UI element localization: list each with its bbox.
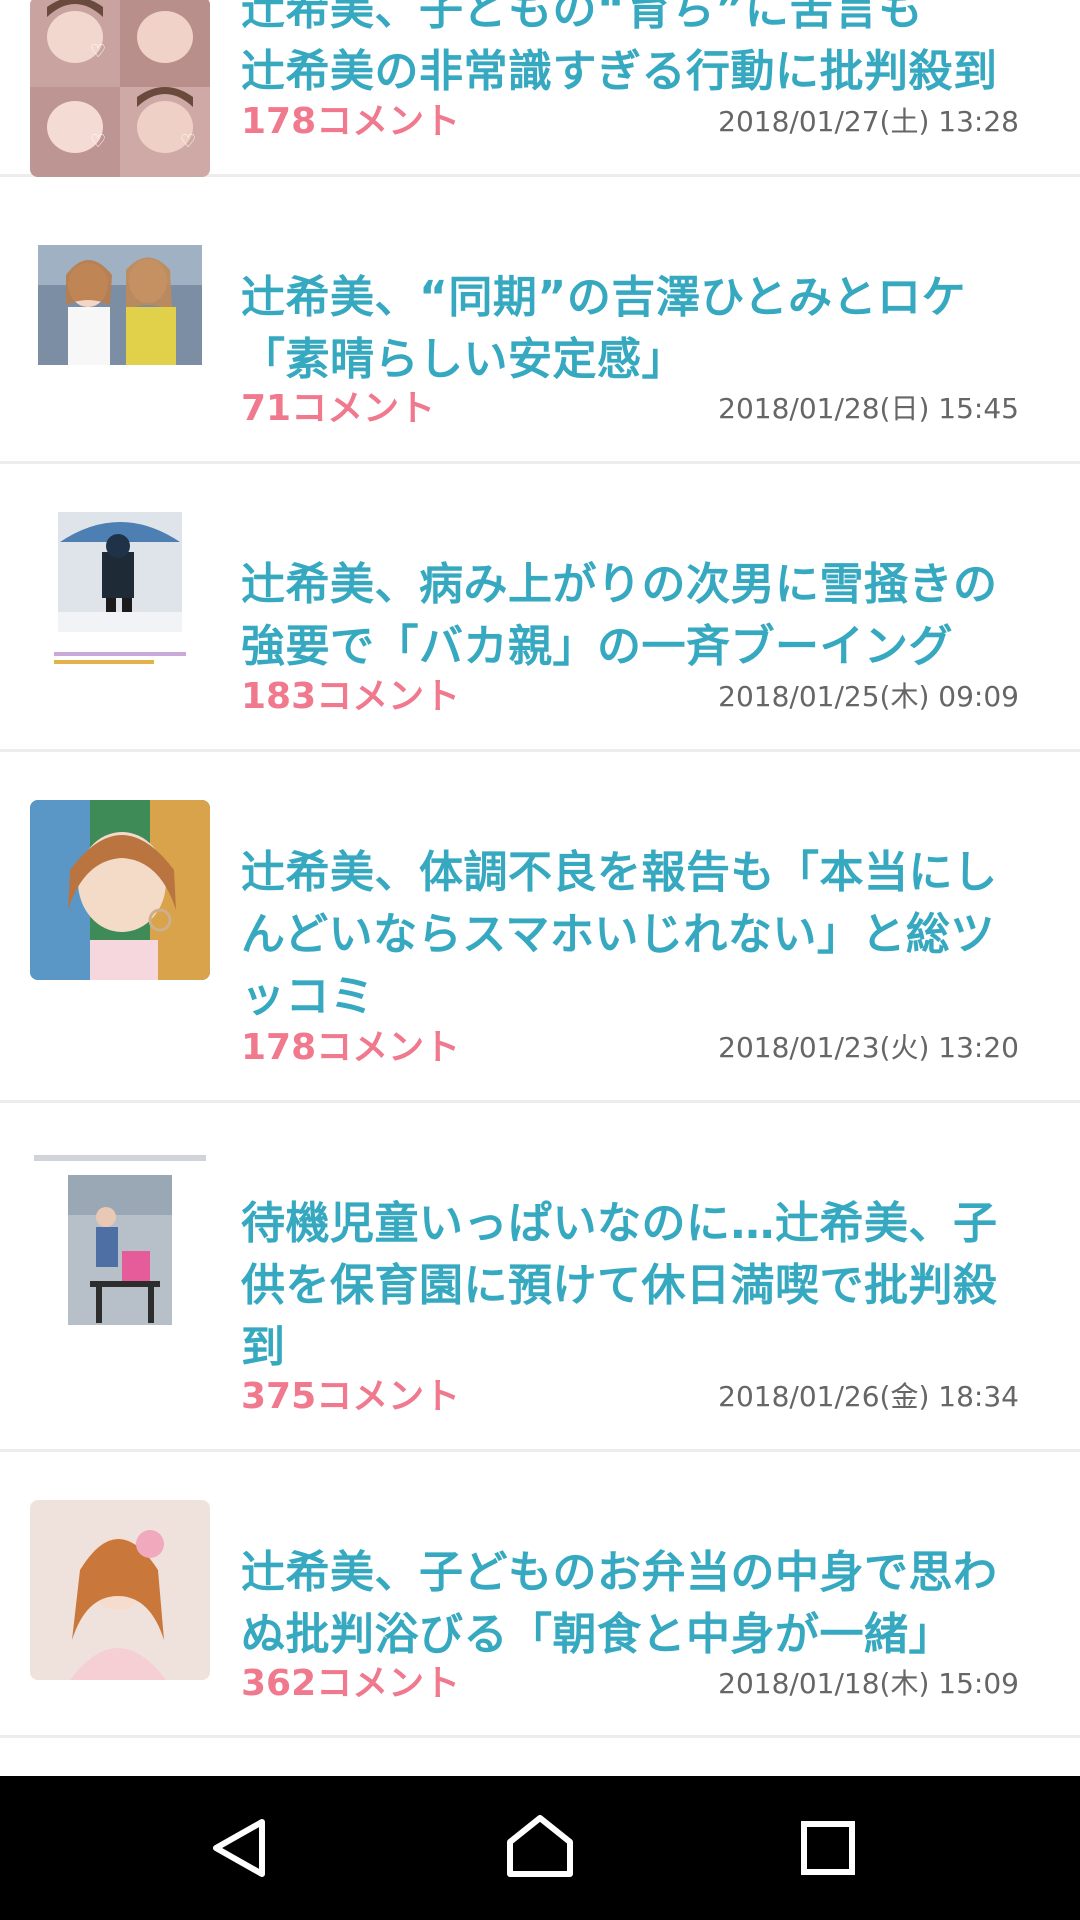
recents-button[interactable] bbox=[788, 1808, 868, 1888]
svg-text:♡: ♡ bbox=[90, 41, 106, 62]
article-thumbnail[interactable] bbox=[30, 1500, 210, 1680]
article-title[interactable]: 辻希美、“同期”の吉澤ひとみとロケ 「素晴らしい安定感」 bbox=[241, 267, 1021, 391]
article-meta: 183コメント 2018/01/25(木) 09:09 bbox=[241, 672, 1019, 722]
article-thumbnail[interactable] bbox=[30, 502, 210, 682]
screen: ♡ ♡ ♡ 辻希美、子どもの“育ち”に苦言も 辻希美の非常識すぎる行動に批判殺到… bbox=[0, 0, 1080, 1920]
article-date: 2018/01/23(火) 13:20 bbox=[718, 1031, 1019, 1064]
recents-square-icon bbox=[801, 1821, 855, 1875]
article-meta: 375コメント 2018/01/26(金) 18:34 bbox=[241, 1372, 1019, 1422]
article-meta: 178コメント 2018/01/23(火) 13:20 bbox=[241, 1023, 1019, 1073]
article-item[interactable]: 辻希美、病み上がりの次男に雪掻きの 強要で「バカ親」の一斉ブーイング 183コメ… bbox=[0, 464, 1080, 752]
article-item[interactable]: 辻希美、“同期”の吉澤ひとみとロケ 「素晴らしい安定感」 71コメント 2018… bbox=[0, 177, 1080, 464]
article-thumbnail[interactable]: ♡ ♡ ♡ bbox=[30, 0, 210, 177]
article-title[interactable]: 辻希美、子どものお弁当の中身で思わ ぬ批判浴びる「朝食と中身が一緒」 bbox=[241, 1542, 1021, 1666]
article-title[interactable]: 辻希美、病み上がりの次男に雪掻きの 強要で「バカ親」の一斉ブーイング bbox=[241, 554, 1021, 678]
comment-count: 375コメント bbox=[241, 1376, 461, 1417]
article-meta: 71コメント 2018/01/28(日) 15:45 bbox=[241, 384, 1019, 434]
comment-count: 178コメント bbox=[241, 101, 461, 142]
article-title[interactable]: 辻希美、体調不良を報告も「本当にし んどいならスマホいじれない」と総ツ ッコミ bbox=[241, 842, 1021, 1028]
comment-count: 362コメント bbox=[241, 1663, 461, 1704]
article-date: 2018/01/26(金) 18:34 bbox=[718, 1380, 1019, 1413]
article-thumbnail[interactable] bbox=[30, 215, 210, 395]
comment-count: 71コメント bbox=[241, 388, 436, 429]
article-title[interactable]: 辻希美、子どもの“育ち”に苦言も 辻希美の非常識すぎる行動に批判殺到 bbox=[241, 0, 1021, 103]
article-meta: 178コメント 2018/01/27(土) 13:28 bbox=[241, 97, 1019, 147]
back-button[interactable] bbox=[200, 1808, 280, 1888]
home-circle-icon bbox=[507, 1815, 573, 1877]
article-item[interactable]: 待機児童いっぱいなのに…辻希美、子 供を保育園に預けて休日満喫で批判殺 到 37… bbox=[0, 1103, 1080, 1452]
article-date: 2018/01/28(日) 15:45 bbox=[718, 392, 1019, 425]
article-item[interactable]: 辻希美、体調不良を報告も「本当にし んどいならスマホいじれない」と総ツ ッコミ … bbox=[0, 752, 1080, 1103]
svg-text:♡: ♡ bbox=[180, 131, 196, 152]
article-meta: 362コメント 2018/01/18(木) 15:09 bbox=[241, 1659, 1019, 1709]
article-item[interactable]: ♡ ♡ ♡ 辻希美、子どもの“育ち”に苦言も 辻希美の非常識すぎる行動に批判殺到… bbox=[0, 0, 1080, 177]
navigation-bar bbox=[0, 1776, 1080, 1920]
svg-text:♡: ♡ bbox=[90, 131, 106, 152]
article-thumbnail[interactable] bbox=[30, 800, 210, 980]
article-item[interactable]: 辻希美、子どものお弁当の中身で思わ ぬ批判浴びる「朝食と中身が一緒」 362コメ… bbox=[0, 1452, 1080, 1738]
article-title[interactable]: 待機児童いっぱいなのに…辻希美、子 供を保育園に預けて休日満喫で批判殺 到 bbox=[241, 1193, 1021, 1379]
article-date: 2018/01/18(木) 15:09 bbox=[718, 1667, 1019, 1700]
article-list: ♡ ♡ ♡ 辻希美、子どもの“育ち”に苦言も 辻希美の非常識すぎる行動に批判殺到… bbox=[0, 0, 1080, 1738]
back-triangle-icon bbox=[213, 1819, 265, 1877]
comment-count: 178コメント bbox=[241, 1027, 461, 1068]
article-thumbnail[interactable] bbox=[30, 1151, 210, 1331]
comment-count: 183コメント bbox=[241, 676, 461, 717]
home-button[interactable] bbox=[500, 1808, 580, 1888]
article-date: 2018/01/27(土) 13:28 bbox=[718, 105, 1019, 138]
article-date: 2018/01/25(木) 09:09 bbox=[718, 680, 1019, 713]
